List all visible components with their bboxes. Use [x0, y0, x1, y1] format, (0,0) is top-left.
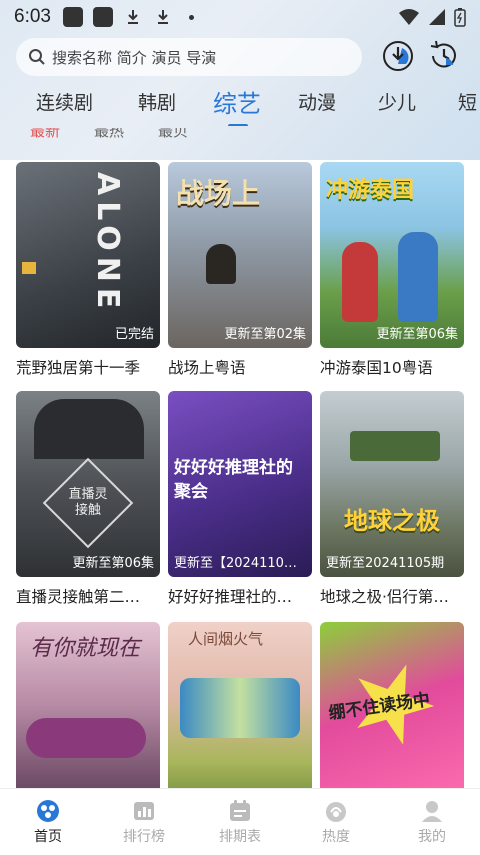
show-title: 直播灵接触第二…	[16, 588, 141, 606]
show-title: 好好好推理社的…	[168, 588, 293, 606]
poster-artwork-text: 战场上	[176, 177, 261, 210]
sort-tab-best[interactable]: 最贝	[158, 128, 188, 141]
active-tab-indicator	[228, 124, 248, 126]
nav-home[interactable]: 首页	[0, 789, 96, 855]
show-poster[interactable]: 地球之极 更新至20241105期	[320, 391, 464, 577]
download-notification-icon	[127, 10, 138, 24]
tab-anime[interactable]: 动漫	[298, 88, 336, 115]
more-notifications-dot	[188, 14, 194, 20]
nav-label: 首页	[34, 829, 62, 845]
show-poster[interactable]: 人间烟火气	[168, 622, 312, 808]
nav-label: 排行榜	[123, 829, 165, 845]
show-card[interactable]: 人间烟火气	[168, 622, 312, 808]
episode-badge: 更新至第06集	[72, 556, 154, 571]
nav-label: 我的	[418, 829, 446, 845]
wifi-icon	[399, 9, 419, 25]
show-card[interactable]: 好好好推理社的聚会 更新至【2024110… 好好好推理社的…	[168, 391, 312, 607]
status-time: 6:03	[14, 6, 51, 27]
download-notification-icon	[157, 10, 168, 24]
search-row: 搜索名称 简介 演员 导演	[0, 36, 480, 80]
download-manager-icon[interactable]	[380, 38, 416, 74]
search-icon	[29, 49, 45, 65]
poster-artwork-text: 人间烟火气	[188, 630, 264, 648]
sort-tabs: 最新 最热 最贝	[0, 128, 480, 150]
category-tabs: 连续剧 韩剧 综艺 动漫 少儿 短	[0, 82, 480, 126]
episode-badge: 更新至第02集	[224, 327, 306, 342]
tab-korean-drama[interactable]: 韩剧	[138, 88, 176, 115]
show-poster[interactable]: ALONE 已完结	[16, 162, 160, 348]
episode-badge: 更新至第06集	[376, 327, 458, 342]
show-card[interactable]: 绷不住读场中	[320, 622, 464, 808]
nav-schedule[interactable]: 排期表	[192, 789, 288, 855]
show-card[interactable]: 冲游泰国 更新至第06集 冲游泰国10粤语	[320, 162, 464, 378]
bottom-nav: 首页 排行榜 排期表 热度 我的	[0, 788, 480, 855]
history-channel-logo	[22, 262, 36, 274]
search-box[interactable]: 搜索名称 简介 演员 导演	[16, 38, 362, 76]
episode-badge: 更新至20241105期	[326, 556, 445, 571]
poster-vehicle	[350, 431, 440, 461]
ranking-icon	[134, 802, 154, 820]
show-poster[interactable]: 好好好推理社的聚会 更新至【2024110…	[168, 391, 312, 577]
notification-app-icon	[92, 7, 113, 27]
tab-variety[interactable]: 综艺	[213, 84, 261, 119]
nav-hot[interactable]: 热度	[288, 789, 384, 855]
show-poster[interactable]: 战场上 更新至第02集	[168, 162, 312, 348]
nav-label: 排期表	[219, 829, 261, 845]
nav-label: 热度	[322, 829, 350, 845]
episode-badge: 已完结	[114, 327, 154, 342]
episode-badge: 更新至【2024110…	[174, 556, 297, 571]
poster-artwork-text: 地球之极	[344, 507, 440, 535]
poster-figure	[398, 232, 438, 322]
poster-artwork-text: 好好好推理社的聚会	[174, 458, 293, 502]
show-poster[interactable]: 直播灵接触 更新至第06集	[16, 391, 160, 577]
poster-artwork-text: 有你就现在	[30, 636, 141, 661]
show-title: 地球之极·侣行第…	[320, 588, 449, 606]
poster-figure	[206, 244, 236, 284]
show-card[interactable]: 地球之极 更新至20241105期 地球之极·侣行第…	[320, 391, 464, 607]
show-title: 冲游泰国10粤语	[320, 359, 433, 377]
sort-tab-hottest[interactable]: 最热	[94, 128, 124, 141]
show-poster[interactable]: 绷不住读场中	[320, 622, 464, 808]
home-icon	[37, 800, 59, 822]
poster-figure	[342, 242, 378, 322]
poster-artwork-text: ALONE	[90, 172, 125, 315]
search-placeholder: 搜索名称 简介 演员 导演	[52, 48, 217, 67]
status-bar: 6:03	[0, 0, 480, 34]
hot-icon	[326, 802, 346, 822]
show-card[interactable]: 战场上 更新至第02集 战场上粤语	[168, 162, 312, 378]
nav-ranking[interactable]: 排行榜	[96, 789, 192, 855]
show-title: 荒野独居第十一季	[16, 359, 141, 377]
show-card[interactable]: 直播灵接触 更新至第06集 直播灵接触第二…	[16, 391, 160, 607]
poster-figures	[180, 678, 300, 738]
profile-icon	[422, 801, 442, 822]
poster-artwork-text: 冲游泰国	[326, 178, 415, 203]
notification-app-icon	[62, 7, 83, 27]
tab-short[interactable]: 短	[458, 88, 477, 115]
poster-flowers	[26, 718, 146, 758]
schedule-icon	[230, 800, 250, 821]
show-poster[interactable]: 冲游泰国 更新至第06集	[320, 162, 464, 348]
signal-icon	[429, 9, 445, 25]
tab-kids[interactable]: 少儿	[378, 88, 416, 115]
history-icon[interactable]	[426, 38, 462, 74]
show-poster[interactable]: 有你就现在	[16, 622, 160, 808]
sort-tab-newest[interactable]: 最新	[30, 128, 60, 141]
show-card[interactable]: 有你就现在	[16, 622, 160, 808]
show-card[interactable]: ALONE 已完结 荒野独居第十一季	[16, 162, 160, 378]
poster-artwork-text: 直播灵接触	[68, 487, 108, 518]
tab-series[interactable]: 连续剧	[36, 88, 93, 115]
battery-icon	[454, 8, 466, 27]
show-title: 战场上粤语	[168, 359, 246, 377]
nav-profile[interactable]: 我的	[384, 789, 480, 855]
poster-figures	[34, 399, 144, 459]
